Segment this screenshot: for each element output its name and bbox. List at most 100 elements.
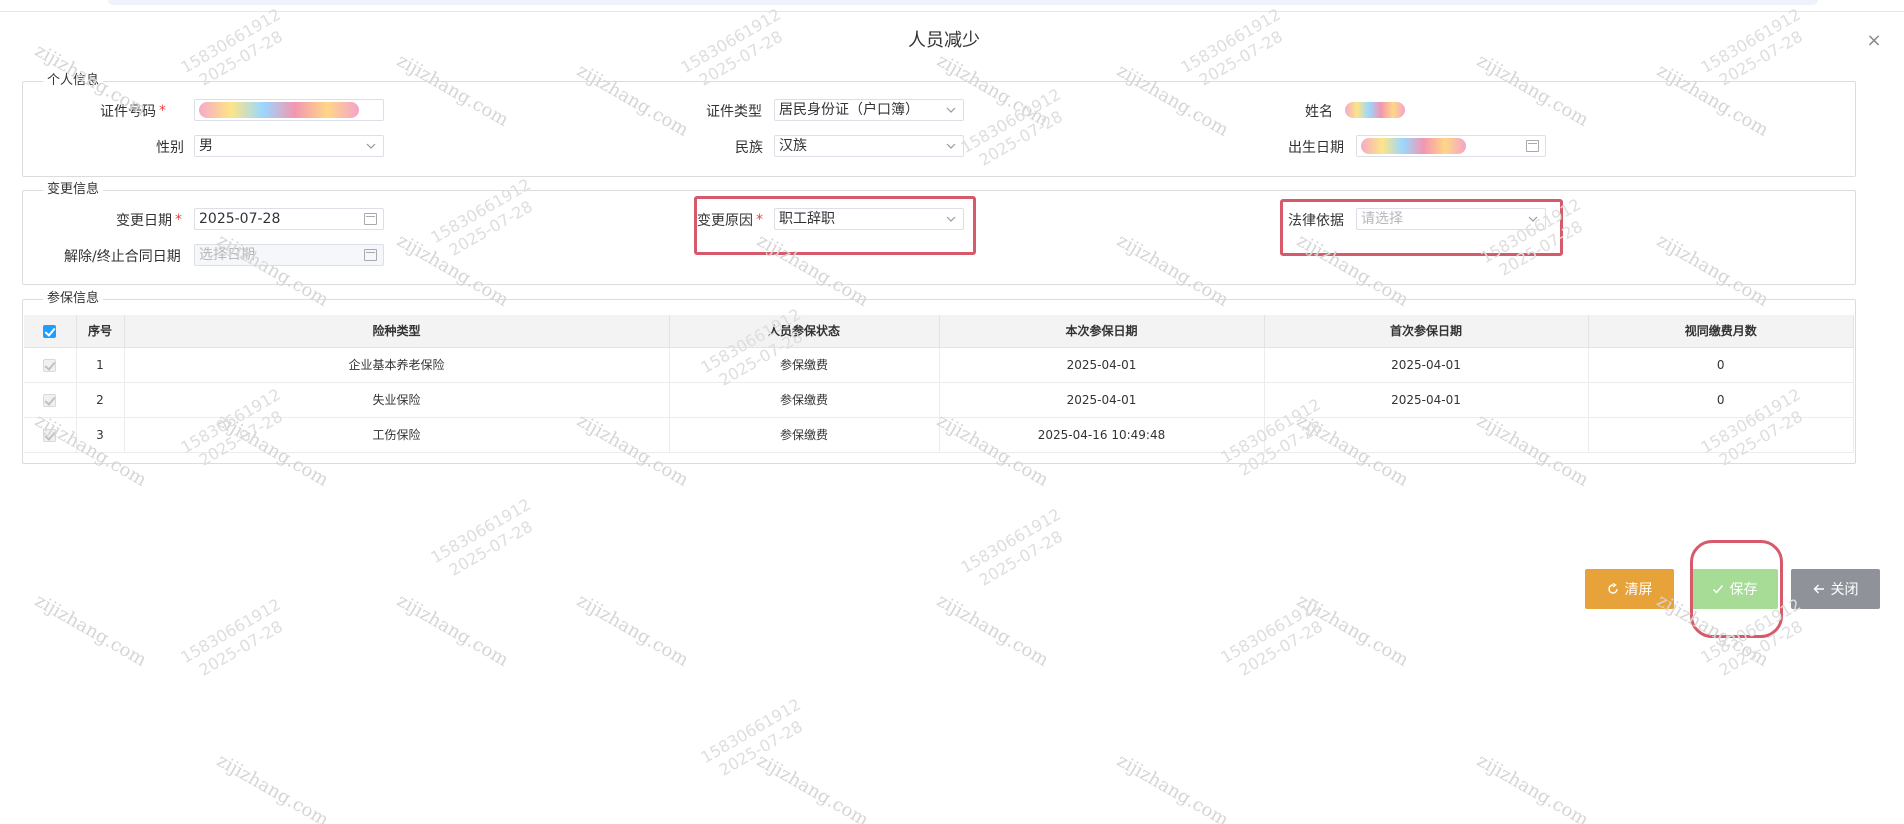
ethnicity-select[interactable]: 汉族 [774,135,964,157]
watermark-site: zijizhang.com [393,590,513,671]
column-header: 险种类型 [124,315,670,348]
select-all-cell[interactable] [24,315,77,348]
chevron-down-icon [366,143,376,149]
change-info-legend: 变更信息 [47,182,100,197]
id-number-label: 证件号码 [100,104,156,120]
cell-status: 参保缴费 [669,417,940,453]
check-icon [1712,585,1723,594]
top-divider [0,11,1904,12]
dialog-title: 人员减少 [908,30,980,51]
cell-no: 3 [76,417,125,453]
watermark-stamp: 15830661912 2025-07-28 [427,494,536,580]
legal-basis-field: 法律依据 [1288,208,1344,232]
close-icon[interactable]: × [1864,31,1884,51]
watermark-site: zijizhang.com [573,590,693,671]
save-button[interactable]: 保存 [1691,569,1778,609]
cell-type: 企业基本养老保险 [124,347,670,383]
contract-end-label: 解除/终止合同日期 [64,249,181,265]
contract-end-input[interactable]: 选择日期 [194,244,384,266]
cell-status: 参保缴费 [669,347,940,383]
row-checkbox[interactable] [43,358,57,372]
change-info-section: 变更信息 [22,183,1856,285]
id-type-select[interactable]: 居民身份证（户口簿） [774,99,964,121]
name-label: 姓名 [1305,104,1333,120]
legal-basis-select[interactable]: 请选择 [1356,208,1546,230]
cell-type: 失业保险 [124,382,670,418]
page: 人员减少 × 个人信息 证件号码 * 证件类型 居民身份证（户口簿） 姓名 性别 … [0,0,1904,824]
cell-no: 2 [76,382,125,418]
top-strip [108,0,1818,5]
required-star: * [756,212,763,228]
ethnicity-value: 汉族 [779,138,807,154]
change-date-value: 2025-07-28 [199,211,281,227]
watermark-stamp: 15830661912 2025-07-28 [697,694,806,780]
cell-status: 参保缴费 [669,382,940,418]
close-button-label: 关闭 [1830,582,1859,598]
gender-value: 男 [199,138,213,154]
change-date-field: 变更日期 * [116,208,182,232]
birth-date-field: 出生日期 [1288,135,1344,159]
reason-select[interactable]: 职工辞职 [774,208,964,230]
id-number-input[interactable] [194,99,384,121]
watermark-site: zijizhang.com [933,590,1053,671]
required-star: * [175,212,182,228]
select-all-checkbox[interactable] [43,324,57,338]
watermark-site: zijizhang.com [213,750,333,824]
calendar-icon [364,213,377,225]
table-header-row: 序号 险种类型 人员参保状态 本次参保日期 首次参保日期 视同缴费月数 [24,315,1854,348]
column-header: 视同缴费月数 [1588,315,1854,348]
watermark-site: zijizhang.com [1293,590,1413,671]
cell-months: 0 [1588,382,1854,418]
watermark-site: zijizhang.com [31,590,151,671]
row-checkbox[interactable] [43,393,57,407]
gender-field: 性别 [156,135,184,159]
watermark-site: zijizhang.com [1473,750,1593,824]
table-row[interactable]: 2 失业保险 参保缴费 2025-04-01 2025-04-01 0 [24,382,1854,418]
legal-basis-placeholder: 请选择 [1361,211,1403,227]
watermark-site: zijizhang.com [1113,750,1233,824]
ethnicity-field: 民族 [735,135,763,159]
personal-info-section: 个人信息 [22,74,1856,177]
chevron-down-icon [1528,216,1538,222]
name-redaction [1345,102,1405,118]
reason-field: 变更原因 * [697,208,763,232]
id-type-value: 居民身份证（户口簿） [779,102,919,118]
close-button[interactable]: 关闭 [1791,569,1880,609]
cell-this-date: 2025-04-01 [939,347,1265,383]
row-checkbox-cell[interactable] [24,382,77,418]
change-date-label: 变更日期 [116,213,172,229]
insurance-info-section: 参保信息 序号 险种类型 人员参保状态 本次参保日期 首次参保日期 视同缴费月数… [22,292,1856,464]
birth-date-input[interactable] [1356,135,1546,157]
id-number-redaction [199,102,359,118]
id-type-label: 证件类型 [706,104,762,120]
personal-info-legend: 个人信息 [47,73,100,88]
column-header: 本次参保日期 [939,315,1265,348]
contract-end-placeholder: 选择日期 [199,247,255,263]
row-checkbox[interactable] [43,428,57,442]
cell-first-date [1264,417,1589,453]
insurance-info-legend: 参保信息 [47,291,100,306]
ethnicity-label: 民族 [735,140,763,156]
row-checkbox-cell[interactable] [24,417,77,453]
refresh-icon [1607,583,1618,594]
reason-value: 职工辞职 [779,211,835,227]
table-row[interactable]: 1 企业基本养老保险 参保缴费 2025-04-01 2025-04-01 0 [24,347,1854,383]
id-number-field: 证件号码 * [100,99,166,123]
clear-button[interactable]: 清屏 [1585,569,1674,609]
table-row[interactable]: 3 工伤保险 参保缴费 2025-04-16 10:49:48 [24,417,1854,453]
contract-end-field: 解除/终止合同日期 [64,244,181,268]
required-star: * [159,103,166,119]
gender-select[interactable]: 男 [194,135,384,157]
name-input[interactable] [1340,99,1545,121]
name-field: 姓名 [1305,99,1333,123]
cell-type: 工伤保险 [124,417,670,453]
watermark-stamp: 15830661912 2025-07-28 [177,594,286,680]
birth-date-redaction [1361,138,1466,154]
cell-months: 0 [1588,347,1854,383]
cell-first-date: 2025-04-01 [1264,382,1589,418]
watermark-site: zijizhang.com [753,750,873,824]
column-header: 序号 [76,315,125,348]
row-checkbox-cell[interactable] [24,347,77,383]
change-date-input[interactable]: 2025-07-28 [194,208,384,230]
reason-label: 变更原因 [697,213,753,229]
